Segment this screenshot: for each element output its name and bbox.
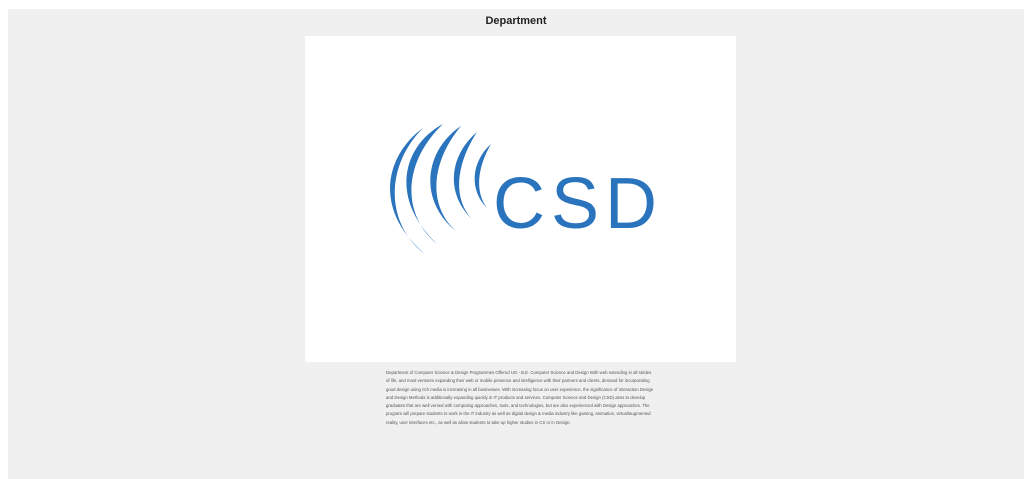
department-panel: Department CSD Department of Computer Sc… [8, 9, 1024, 479]
page-title: Department [485, 15, 547, 27]
logo-text: CSD [493, 164, 663, 244]
department-description: Department of Computer Science & Design … [386, 370, 654, 425]
csd-logo: CSD [390, 124, 663, 254]
department-image: CSD [305, 36, 736, 362]
swoosh-icon [390, 124, 491, 254]
